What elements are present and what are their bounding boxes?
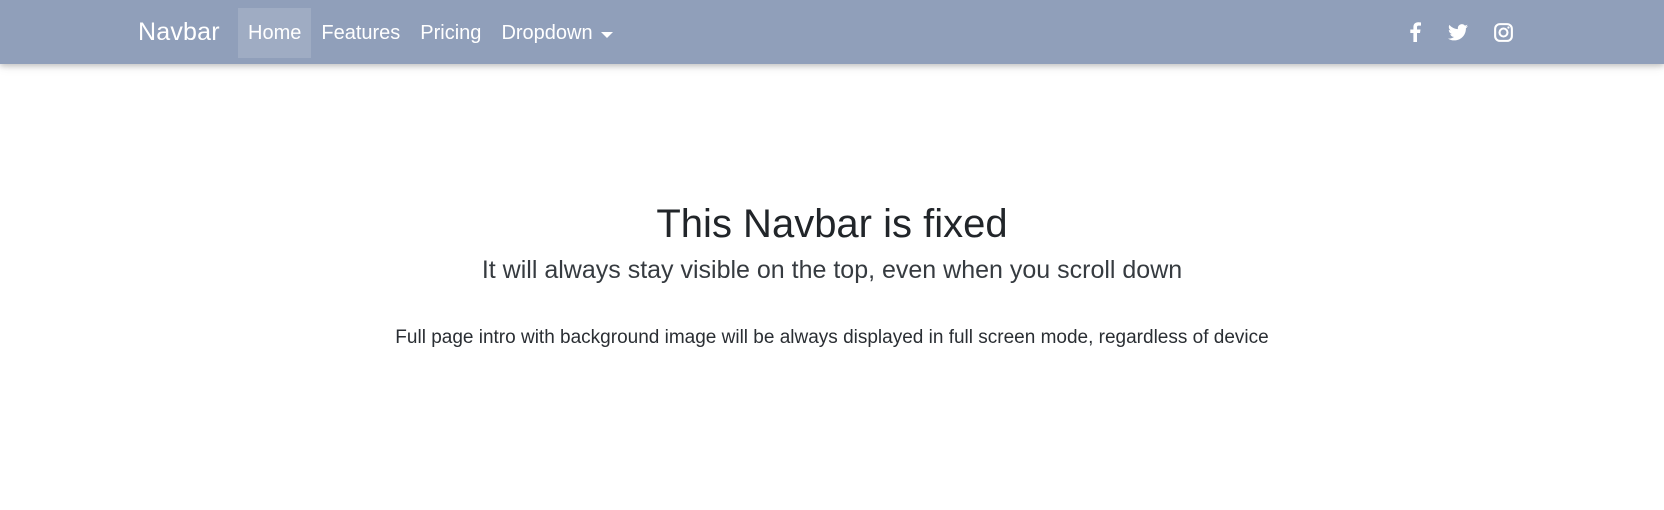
instagram-icon: [1493, 22, 1513, 42]
nav-links: Home Features Pricing Dropdown: [238, 8, 623, 58]
nav-link-home[interactable]: Home: [238, 8, 312, 58]
nav-link-features[interactable]: Features: [311, 8, 410, 58]
hero-title: This Navbar is fixed: [656, 202, 1008, 246]
nav-dropdown-label: Dropdown: [501, 21, 593, 44]
nav-link-pricing[interactable]: Pricing: [410, 8, 491, 58]
navbar-brand[interactable]: Navbar: [138, 0, 220, 64]
nav-link-features-label: Features: [321, 21, 401, 44]
nav-link-home-label: Home: [248, 21, 302, 44]
hero-text: Full page intro with background image wi…: [395, 327, 1269, 348]
twitter-icon: [1448, 23, 1468, 40]
caret-down-icon: [600, 31, 613, 38]
instagram-link[interactable]: [1485, 14, 1521, 50]
facebook-link[interactable]: [1397, 14, 1433, 50]
twitter-link[interactable]: [1440, 14, 1476, 50]
hero-subtitle: It will always stay visible on the top, …: [481, 256, 1183, 284]
nav-link-pricing-label: Pricing: [420, 21, 482, 44]
facebook-icon: [1410, 22, 1421, 42]
navbar: Navbar Home Features Pricing Dropdown: [0, 0, 1664, 64]
nav-dropdown-toggle[interactable]: Dropdown: [491, 8, 622, 58]
